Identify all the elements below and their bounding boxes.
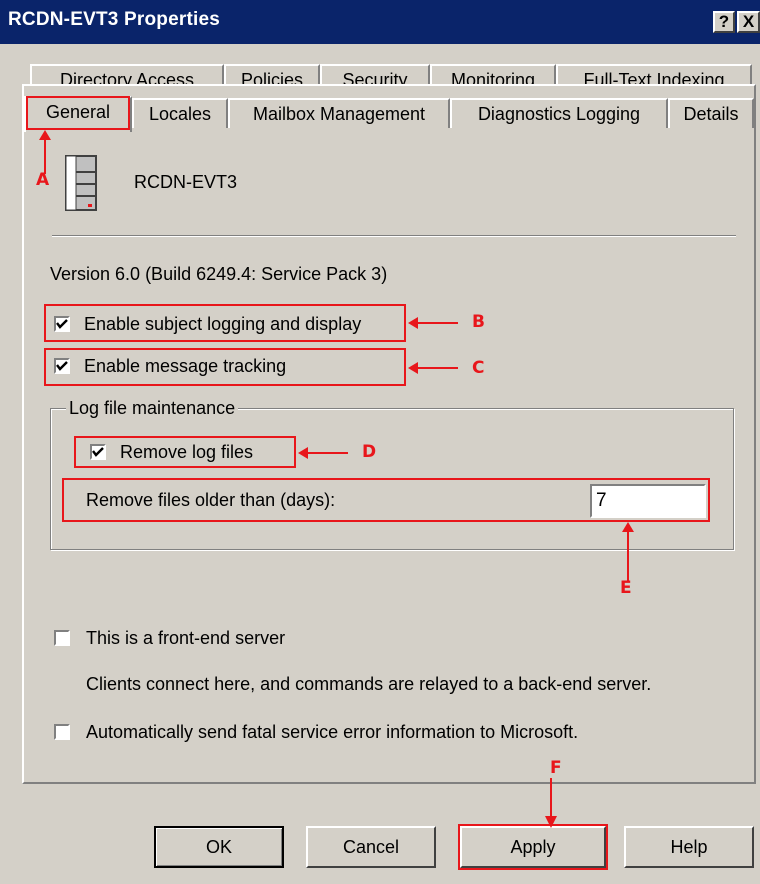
properties-dialog: RCDN-EVT3 Properties ? X Directory Acces… xyxy=(0,0,760,884)
annotation-box-b xyxy=(44,304,406,342)
annotation-arrow-b xyxy=(408,317,458,329)
help-button[interactable]: Help xyxy=(624,826,754,868)
auto-send-errors-checkbox[interactable] xyxy=(54,724,70,740)
tab-mailbox-management[interactable]: Mailbox Management xyxy=(228,98,450,128)
tab-diagnostics-logging[interactable]: Diagnostics Logging xyxy=(450,98,668,128)
server-name: RCDN-EVT3 xyxy=(134,172,238,192)
front-end-description: Clients connect here, and commands are r… xyxy=(86,674,652,694)
auto-send-errors-label[interactable]: Automatically send fatal service error i… xyxy=(86,722,578,743)
annotation-arrow-a xyxy=(39,130,51,174)
annotation-box-e xyxy=(62,478,710,522)
annotation-label-b: B xyxy=(472,312,485,332)
annotation-label-e: E xyxy=(620,578,632,598)
annotation-arrow-e xyxy=(622,522,634,582)
tab-details[interactable]: Details xyxy=(668,98,754,128)
annotation-box-d xyxy=(74,436,296,468)
front-end-server-label[interactable]: This is a front-end server xyxy=(86,628,285,649)
close-icon: X xyxy=(742,12,755,31)
annotation-label-f: F xyxy=(550,758,562,778)
annotation-box-c xyxy=(44,348,406,386)
front-end-server-checkbox[interactable] xyxy=(54,630,70,646)
ok-button[interactable]: OK xyxy=(154,826,284,868)
annotation-arrow-c xyxy=(408,362,458,374)
question-mark-icon: ? xyxy=(718,12,730,31)
tab-locales[interactable]: Locales xyxy=(132,98,228,128)
annotation-arrow-f xyxy=(545,778,557,828)
annotation-label-c: C xyxy=(472,358,485,378)
title-bar: RCDN-EVT3 Properties ? X xyxy=(0,0,760,44)
server-icon xyxy=(65,155,97,211)
close-title-button[interactable]: X xyxy=(737,11,760,33)
version-text: Version 6.0 (Build 6249.4: Service Pack … xyxy=(50,264,388,284)
header-separator xyxy=(52,235,736,237)
annotation-label-a: A xyxy=(36,170,50,190)
log-file-maintenance-label: Log file maintenance xyxy=(66,398,239,419)
help-title-button[interactable]: ? xyxy=(713,11,735,33)
annotation-box-f xyxy=(458,824,608,870)
annotation-label-d: D xyxy=(362,442,377,462)
window-title: RCDN-EVT3 Properties xyxy=(8,9,220,30)
annotation-arrow-d xyxy=(298,447,348,459)
annotation-box-a xyxy=(26,96,130,130)
cancel-button[interactable]: Cancel xyxy=(306,826,436,868)
